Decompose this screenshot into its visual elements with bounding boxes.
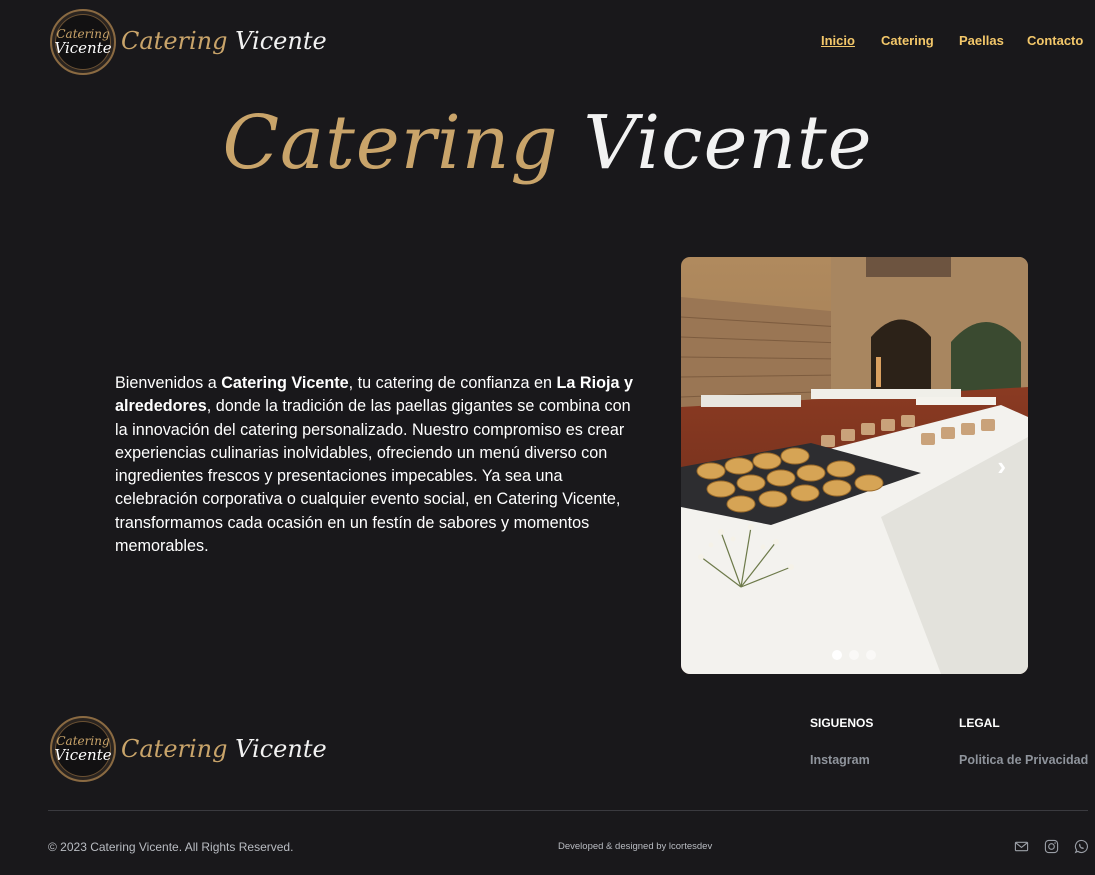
intro-paragraph: Bienvenidos a Catering Vicente, tu cater…	[115, 372, 635, 558]
footer-link-instagram[interactable]: Instagram	[810, 753, 870, 767]
hero-title: Catering Vicente	[0, 100, 1095, 186]
hero-title-second: Vicente	[583, 100, 873, 186]
intro-text-2: , tu catering de confianza en	[348, 374, 557, 392]
whatsapp-icon[interactable]	[1074, 839, 1089, 854]
footer-copyright: © 2023 Catering Vicente. All Rights Rese…	[48, 840, 294, 854]
hero-title-first: Catering	[222, 100, 559, 186]
wordmark-first: Catering	[121, 27, 228, 55]
image-carousel[interactable]: ›	[681, 257, 1028, 674]
nav-paellas[interactable]: Paellas	[959, 33, 1004, 48]
carousel-dot-1[interactable]	[832, 650, 842, 660]
wordmark-second: Vicente	[235, 27, 327, 55]
carousel-slide-image	[681, 257, 1028, 674]
footer-developer-credit: Developed & designed by lcortesdev	[558, 841, 713, 852]
footer-divider	[48, 810, 1088, 811]
footer-wordmark-second: Vicente	[235, 735, 327, 763]
footer-logo-badge[interactable]: Catering Vicente	[50, 716, 116, 782]
mail-icon[interactable]	[1014, 839, 1029, 854]
instagram-icon[interactable]	[1044, 839, 1059, 854]
carousel-dot-3[interactable]	[866, 650, 876, 660]
nav-catering[interactable]: Catering	[881, 33, 934, 48]
carousel-indicators	[832, 650, 876, 660]
nav-inicio[interactable]: Inicio	[821, 33, 855, 48]
header-wordmark[interactable]: Catering Vicente	[121, 27, 327, 55]
logo-line2: Vicente	[54, 39, 112, 57]
header-logo-badge[interactable]: Catering Vicente	[50, 9, 116, 75]
intro-brand: Catering Vicente	[221, 374, 349, 392]
intro-text-1: Bienvenidos a	[115, 374, 222, 392]
carousel-dot-2[interactable]	[849, 650, 859, 660]
footer-link-privacy[interactable]: Politica de Privacidad	[959, 753, 1088, 767]
nav-contacto[interactable]: Contacto	[1027, 33, 1083, 48]
footer-logo-line2: Vicente	[54, 746, 112, 764]
footer-wordmark-first: Catering	[121, 735, 228, 763]
carousel-next-button[interactable]: ›	[997, 453, 1006, 479]
footer-heading-siguenos: SIGUENOS	[810, 716, 874, 730]
intro-text-3: , donde la tradición de las paellas giga…	[115, 397, 631, 556]
footer-heading-legal: LEGAL	[959, 716, 1000, 730]
footer-wordmark[interactable]: Catering Vicente	[121, 735, 327, 763]
